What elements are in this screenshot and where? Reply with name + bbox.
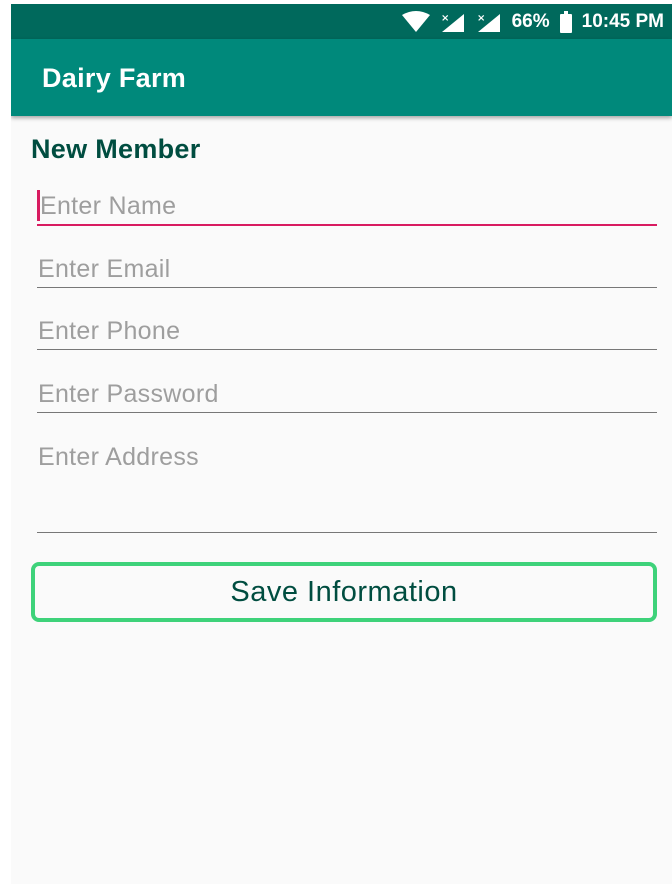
app-title: Dairy Farm <box>42 63 187 93</box>
wifi-icon <box>401 10 430 33</box>
name-field[interactable] <box>37 188 660 226</box>
status-time: 10:45 PM <box>581 10 664 32</box>
text-cursor <box>37 190 40 221</box>
address-input[interactable] <box>37 439 658 532</box>
phone-field[interactable] <box>37 313 658 350</box>
status-icons: × × 66% 10:45 PM <box>401 4 664 39</box>
phone-input[interactable] <box>37 313 658 349</box>
password-input[interactable] <box>37 376 658 412</box>
address-field[interactable] <box>37 439 658 533</box>
form-heading: New Member <box>31 134 201 164</box>
save-information-button[interactable]: Save Information <box>31 562 657 622</box>
battery-icon <box>559 10 572 33</box>
phone-screen: × × 66% 10:45 PM Dairy Farm New Member S… <box>11 4 672 884</box>
app-bar: Dairy Farm <box>11 39 672 116</box>
status-bar: × × 66% 10:45 PM <box>11 4 672 39</box>
name-input[interactable] <box>37 188 660 224</box>
email-input[interactable] <box>37 251 658 287</box>
svg-text:×: × <box>477 13 485 24</box>
signal-icon-2: × <box>476 11 502 33</box>
email-field[interactable] <box>37 251 658 288</box>
signal-icon-1: × <box>440 11 466 33</box>
svg-text:×: × <box>441 13 449 24</box>
battery-percent: 66% <box>511 10 550 32</box>
password-field[interactable] <box>37 376 658 413</box>
